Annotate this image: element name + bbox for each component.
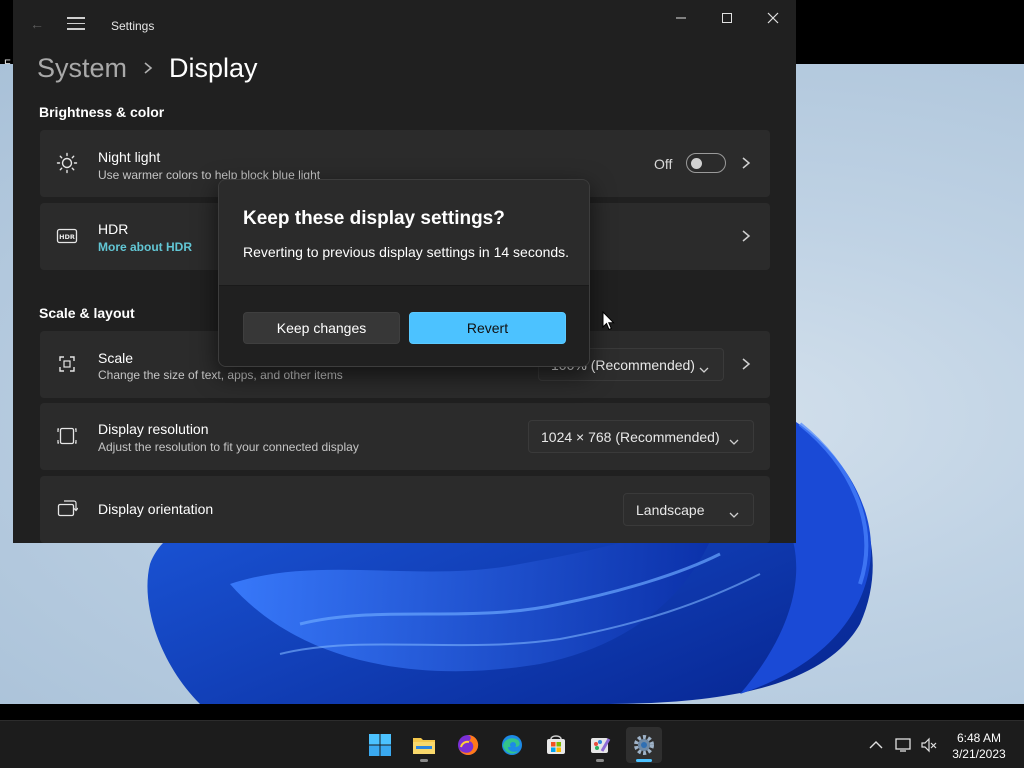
store-icon	[547, 735, 565, 754]
paint-icon	[591, 738, 611, 753]
orientation-icon	[56, 498, 79, 520]
dialog-title: Keep these display settings?	[243, 208, 505, 229]
clock-date: 3/21/2023	[952, 747, 1006, 761]
firefox-icon	[458, 734, 479, 755]
display-resolution-card: Display resolution Adjust the resolution…	[40, 403, 770, 470]
chevron-right-icon[interactable]	[740, 156, 752, 170]
more-about-hdr-link[interactable]: More about HDR	[98, 240, 192, 254]
start-button[interactable]	[362, 727, 398, 763]
nav-menu-button[interactable]	[67, 17, 85, 31]
svg-text:HDR: HDR	[59, 233, 75, 241]
keep-changes-button[interactable]: Keep changes	[243, 312, 400, 344]
chevron-down-icon	[729, 433, 739, 445]
firefox-taskbar-button[interactable]	[450, 727, 486, 763]
night-light-title: Night light	[98, 149, 161, 165]
title-bar: ← Settings	[13, 0, 796, 44]
hdr-title: HDR	[98, 221, 129, 237]
hdr-icon: HDR	[56, 225, 78, 247]
running-indicator	[596, 759, 604, 762]
night-light-state-label: Off	[654, 156, 673, 172]
dialog-message: Reverting to previous display settings i…	[243, 244, 570, 260]
chevron-right-icon[interactable]	[740, 357, 752, 371]
night-light-toggle[interactable]	[686, 153, 726, 173]
file-explorer-icon	[413, 738, 435, 754]
revert-button[interactable]: Revert	[409, 312, 566, 344]
running-indicator	[420, 759, 428, 762]
desktop-bottom-strip	[0, 704, 1024, 720]
mouse-cursor-icon	[602, 310, 615, 331]
running-indicator	[636, 759, 652, 762]
keep-display-settings-dialog: Keep these display settings? Reverting t…	[218, 179, 590, 367]
maximize-button[interactable]	[719, 10, 735, 26]
dialog-footer: Keep changes Revert	[219, 285, 589, 366]
chevron-down-icon	[699, 361, 709, 373]
clock-time: 6:48 AM	[956, 731, 1002, 745]
orientation-dropdown[interactable]: Landscape	[623, 493, 754, 526]
start-icon	[369, 734, 391, 756]
breadcrumb-system[interactable]: System	[37, 53, 127, 84]
window-title: Settings	[111, 19, 155, 33]
page-title: Display	[169, 52, 258, 83]
close-button[interactable]	[765, 10, 781, 26]
resolution-value: 1024 × 768 (Recommended)	[541, 428, 720, 445]
orientation-value: Landscape	[636, 501, 705, 518]
section-scale-layout: Scale & layout	[39, 305, 135, 321]
file-explorer-taskbar-button[interactable]	[406, 727, 442, 763]
resolution-icon	[56, 425, 78, 447]
edge-taskbar-button[interactable]	[494, 727, 530, 763]
scale-subtitle: Change the size of text, apps, and other…	[98, 368, 343, 382]
paint-taskbar-button[interactable]	[582, 727, 618, 763]
scale-title: Scale	[98, 350, 134, 366]
display-orientation-card: Display orientation Landscape	[40, 476, 770, 543]
settings-icon	[634, 735, 654, 755]
breadcrumb: System Display	[37, 48, 258, 88]
network-icon[interactable]	[895, 737, 911, 753]
show-hidden-icons-chevron-up-icon[interactable]	[868, 737, 884, 753]
resolution-title: Display resolution	[98, 421, 209, 437]
toggle-knob	[691, 158, 702, 169]
breadcrumb-chevron-icon	[127, 48, 169, 88]
chevron-right-icon[interactable]	[740, 229, 752, 243]
resolution-subtitle: Adjust the resolution to fit your connec…	[98, 440, 359, 454]
scale-icon	[56, 353, 78, 375]
taskbar: 6:48 AM 3/21/2023	[0, 720, 1024, 768]
settings-taskbar-button[interactable]	[626, 727, 662, 763]
orientation-title: Display orientation	[98, 501, 214, 517]
chevron-down-icon	[729, 506, 739, 518]
clock[interactable]: 6:48 AM 3/21/2023	[944, 730, 1014, 762]
store-taskbar-button[interactable]	[538, 727, 574, 763]
minimize-button[interactable]	[673, 10, 689, 26]
dialog-body: Keep these display settings? Reverting t…	[219, 180, 589, 285]
brightness-icon	[56, 152, 78, 174]
edge-icon	[502, 735, 522, 755]
section-brightness-color: Brightness & color	[39, 104, 165, 120]
volume-muted-icon[interactable]	[920, 737, 937, 753]
back-button[interactable]: ←	[29, 16, 45, 32]
resolution-dropdown[interactable]: 1024 × 768 (Recommended)	[528, 420, 754, 453]
